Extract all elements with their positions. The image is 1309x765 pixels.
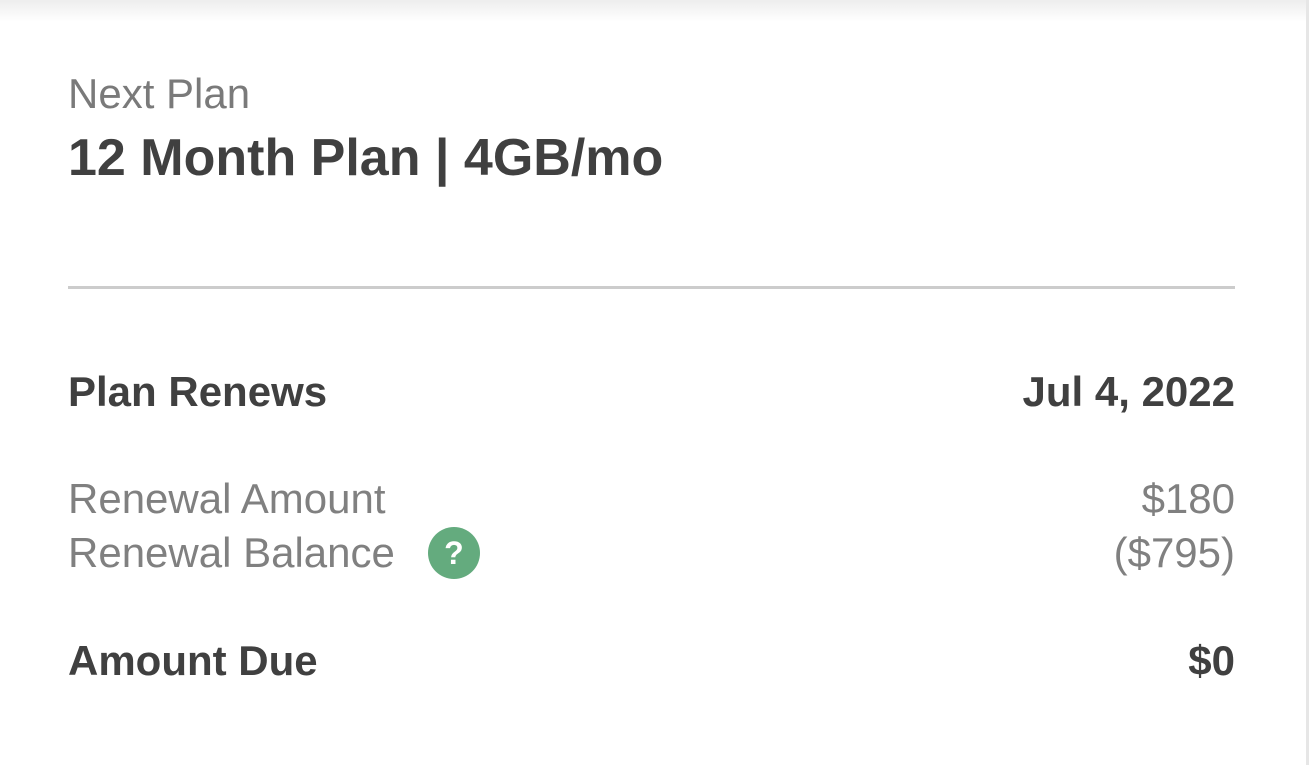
amount-due-label: Amount Due xyxy=(68,637,318,684)
renewal-balance-label: Renewal Balance xyxy=(68,529,395,576)
renewal-amount-row: Renewal Amount $180 xyxy=(68,474,1235,524)
renewal-balance-label-group: Renewal Balance ? xyxy=(68,527,480,579)
help-icon[interactable]: ? xyxy=(427,527,480,579)
renewal-balance-row: Renewal Balance ? ($795) xyxy=(68,527,1235,579)
divider xyxy=(68,286,1235,289)
plan-renews-row: Plan Renews Jul 4, 2022 xyxy=(68,367,1235,417)
amount-due-row: Amount Due $0 xyxy=(68,636,1235,686)
plan-renews-label: Plan Renews xyxy=(68,368,328,415)
plan-title: 12 Month Plan | 4GB/mo xyxy=(68,129,664,187)
renewal-amount-value: $180 xyxy=(1141,475,1235,522)
plan-renews-date: Jul 4, 2022 xyxy=(1022,368,1235,415)
renewal-balance-value: ($795) xyxy=(1113,529,1235,576)
renewal-amount-label: Renewal Amount xyxy=(68,475,386,522)
section-subtitle: Next Plan xyxy=(68,70,251,117)
amount-due-value: $0 xyxy=(1188,637,1235,684)
next-plan-card: Next Plan 12 Month Plan | 4GB/mo Plan Re… xyxy=(68,0,1235,765)
